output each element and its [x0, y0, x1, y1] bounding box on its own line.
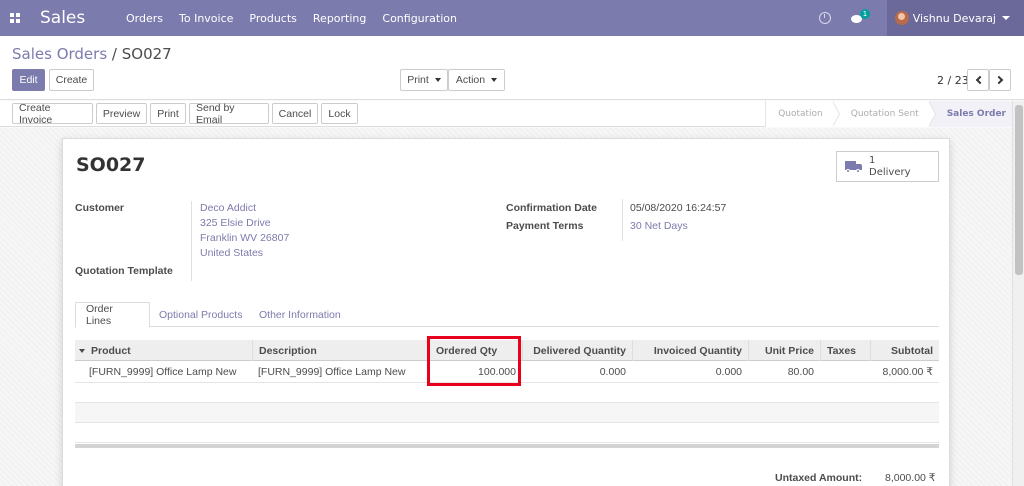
col-taxes[interactable]: Taxes — [820, 340, 870, 361]
main-menu: Orders To Invoice Products Reporting Con… — [126, 12, 473, 25]
payment-terms-value[interactable]: 30 Net Days — [630, 220, 688, 232]
chat-badge: 1 — [859, 9, 871, 19]
breadcrumb-current: SO027 — [121, 45, 172, 63]
field-divider — [622, 199, 623, 241]
delivery-text: 1 Delivery — [869, 155, 911, 179]
print-button[interactable]: Print — [150, 103, 186, 124]
cell-delivered-qty: 0.000 — [599, 366, 626, 378]
pager-next-button[interactable] — [989, 69, 1011, 91]
navbar-systray: 1 Vishnu Devaraj — [818, 0, 1024, 36]
menu-to-invoice[interactable]: To Invoice — [179, 12, 233, 25]
col-unit-price[interactable]: Unit Price — [748, 340, 820, 361]
action-dropdown-button[interactable]: Action — [448, 69, 505, 91]
menu-products[interactable]: Products — [249, 12, 297, 25]
stage-sales-order[interactable]: Sales Order — [928, 101, 1018, 127]
edit-button[interactable]: Edit — [12, 69, 45, 91]
notebook-tabs: Order Lines Optional Products Other Info… — [75, 302, 939, 328]
ordered-qty-highlight-box — [427, 336, 521, 386]
order-title: SO027 — [76, 154, 146, 176]
customer-label: Customer — [75, 202, 125, 214]
chevron-right-icon — [994, 75, 1003, 85]
address-line-2: Franklin WV 26807 — [200, 232, 290, 244]
activity-clock-icon[interactable] — [818, 12, 831, 24]
tab-order-lines[interactable]: Order Lines — [75, 302, 150, 328]
delivery-label: Delivery — [869, 166, 911, 178]
payment-terms-label: Payment Terms — [506, 220, 584, 232]
create-invoice-button[interactable]: Create Invoice — [12, 102, 93, 126]
table-row-empty — [75, 423, 939, 443]
col-description[interactable]: Description — [252, 340, 429, 361]
menu-reporting[interactable]: Reporting — [313, 12, 366, 25]
col-delivered-qty[interactable]: Delivered Quantity — [522, 340, 632, 361]
apps-menu-icon[interactable] — [2, 0, 28, 36]
col-product[interactable]: Product — [75, 340, 253, 361]
chevron-down-icon — [1002, 16, 1010, 20]
cell-taxes — [820, 361, 870, 383]
confirmation-date-value: 05/08/2020 16:24:57 — [630, 202, 727, 214]
send-by-email-button[interactable]: Send by Email — [189, 102, 269, 126]
control-panel: Sales Orders / SO027 Edit Create Print A… — [0, 36, 1024, 100]
chevron-left-icon — [975, 75, 984, 85]
form-statusbar: Create Invoice Preview Print Send by Ema… — [0, 101, 1024, 127]
menu-configuration[interactable]: Configuration — [382, 12, 457, 25]
customer-name[interactable]: Deco Addict — [200, 201, 289, 216]
tab-optional-products[interactable]: Optional Products — [149, 302, 252, 327]
print-dropdown-label: Print — [407, 74, 429, 86]
pager-value[interactable]: 2 / 23 — [937, 74, 969, 87]
caret-down-icon — [491, 78, 498, 82]
user-name: Vishnu Devaraj — [912, 11, 996, 25]
untaxed-amount-label: Untaxed Amount: — [775, 472, 863, 484]
truck-icon — [845, 160, 863, 173]
sort-caret-icon — [79, 348, 85, 353]
cancel-button[interactable]: Cancel — [272, 103, 318, 124]
col-subtotal[interactable]: Subtotal — [870, 340, 939, 361]
field-divider — [191, 261, 192, 281]
table-row-empty — [75, 383, 939, 403]
cell-description: [FURN_9999] Office Lamp New — [258, 366, 406, 378]
address-line-1: 325 Elsie Drive — [200, 217, 271, 229]
lock-button[interactable]: Lock — [321, 103, 358, 124]
caret-down-icon — [434, 78, 441, 82]
delivery-smart-button[interactable]: 1 Delivery — [836, 151, 939, 182]
app-name[interactable]: Sales — [40, 8, 126, 28]
stage-pipeline: Quotation Quotation Sent Sales Order — [765, 101, 1018, 127]
breadcrumb-separator: / — [111, 45, 117, 63]
tab-other-information[interactable]: Other Information — [249, 302, 351, 327]
quotation-template-label: Quotation Template — [75, 265, 173, 277]
breadcrumb-sales-orders[interactable]: Sales Orders — [12, 45, 107, 63]
confirmation-date-label: Confirmation Date — [506, 202, 598, 214]
action-dropdown-label: Action — [455, 74, 486, 86]
customer-address[interactable]: Deco Addict 325 Elsie Drive Franklin WV … — [191, 201, 289, 261]
create-button[interactable]: Create — [49, 69, 94, 91]
top-navbar: Sales Orders To Invoice Products Reporti… — [0, 0, 1024, 36]
pager-previous-button[interactable] — [967, 69, 989, 91]
address-line-3: United States — [200, 247, 264, 259]
delivery-count: 1 — [869, 154, 876, 166]
col-invoiced-qty[interactable]: Invoiced Quantity — [632, 340, 748, 361]
print-dropdown-button[interactable]: Print — [400, 69, 448, 91]
preview-button[interactable]: Preview — [96, 103, 147, 124]
table-footer — [75, 444, 939, 448]
breadcrumb: Sales Orders / SO027 — [12, 45, 172, 63]
cell-unit-price: 80.00 — [787, 366, 814, 378]
stage-quotation[interactable]: Quotation — [765, 101, 840, 127]
scrollbar-thumb[interactable] — [1015, 105, 1023, 275]
avatar — [894, 11, 909, 25]
chat-icon[interactable]: 1 — [850, 9, 871, 23]
form-sheet: SO027 1 Delivery Customer Deco Addict 32… — [62, 138, 950, 486]
stage-quotation-sent[interactable]: Quotation Sent — [832, 101, 936, 127]
cell-subtotal: 8,000.00 ₹ — [882, 366, 933, 378]
table-row-empty — [75, 403, 939, 423]
col-product-label: Product — [91, 344, 131, 357]
untaxed-amount-value: 8,000.00 ₹ — [885, 472, 936, 484]
user-menu[interactable]: Vishnu Devaraj — [886, 0, 1024, 36]
cell-invoiced-qty: 0.000 — [715, 366, 742, 378]
cell-product: [FURN_9999] Office Lamp New — [89, 366, 237, 378]
menu-orders[interactable]: Orders — [126, 12, 163, 25]
vertical-scrollbar[interactable] — [1012, 101, 1024, 486]
